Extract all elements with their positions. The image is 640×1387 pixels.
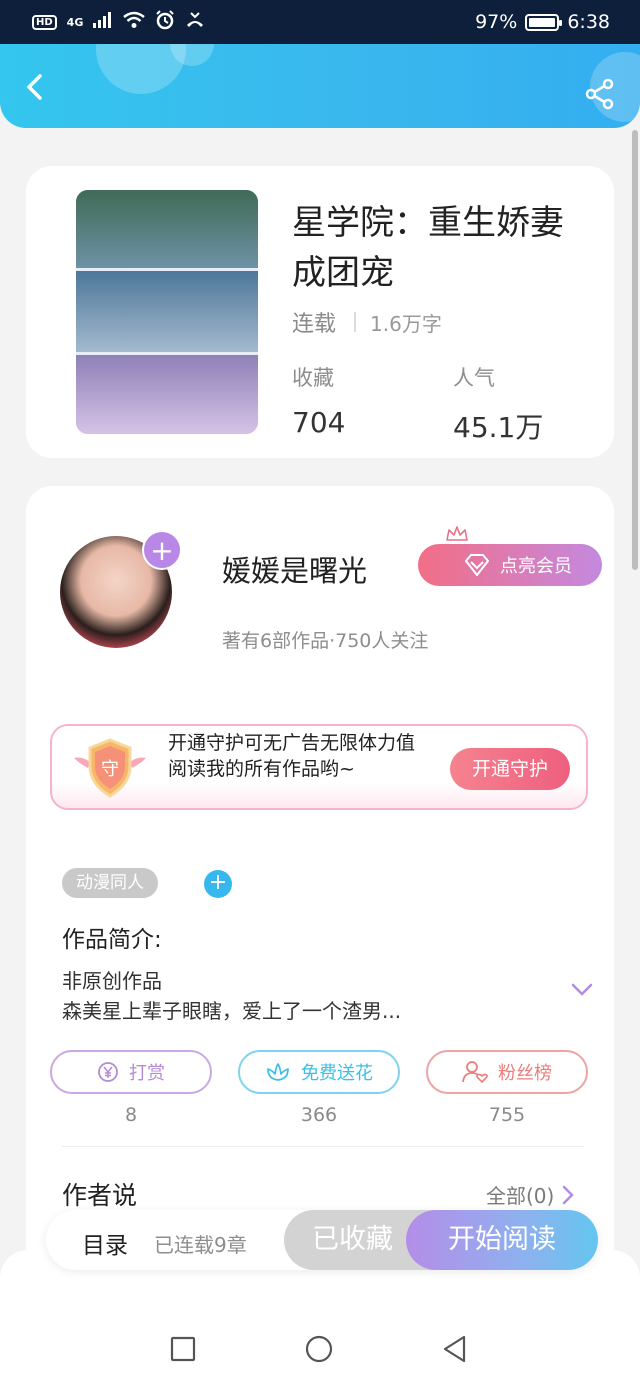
clock: 6:38 [567, 11, 610, 33]
alarm-icon [155, 10, 175, 34]
guard-shield-icon: 守 [74, 738, 146, 798]
guard-text: 开通守护可无广告无限体力值阅读我的所有作品哟~ [168, 732, 416, 780]
back-button[interactable] [20, 72, 50, 102]
wifi-icon [123, 11, 146, 33]
chevron-left-icon [27, 74, 42, 100]
guard-banner: 守 开通守护可无广告无限体力值阅读我的所有作品哟~ 开通守护 [50, 724, 588, 810]
book-cover[interactable] [76, 190, 258, 434]
toc-button[interactable]: 目录 [82, 1226, 128, 1260]
back-triangle-icon[interactable] [440, 1334, 470, 1364]
status-right: 97% 6:38 [475, 11, 610, 33]
flower-icon [267, 1063, 289, 1081]
book-info-card: 星学院：重生娇妻成团宠 连载 1.6万字 收藏 704 人气 45.1万 [26, 166, 614, 458]
status-left: HD 4G [32, 10, 205, 34]
open-guard-button[interactable]: 开通守护 [450, 748, 570, 790]
tip-count: 8 [124, 1104, 138, 1126]
intro-line-1: 非原创作品 [62, 969, 162, 993]
chevron-right-icon [563, 1185, 575, 1204]
popularity-label: 人气 [453, 366, 495, 390]
fan-user-icon [462, 1061, 488, 1084]
view-all-link[interactable]: 全部(0) [486, 1180, 575, 1209]
battery-fill [529, 17, 555, 27]
view-all-label: 全部(0) [486, 1184, 555, 1208]
share-button[interactable] [584, 78, 616, 110]
cover-divider [76, 352, 258, 355]
system-nav-bar [0, 1312, 640, 1387]
reading-action-bar: 目录 已连载9章 已收藏 开始阅读 [46, 1210, 598, 1270]
fan-ranking-button[interactable]: 粉丝榜 [426, 1050, 588, 1094]
author-says-title: 作者说 [62, 1181, 138, 1210]
author-card: + 媛媛是曙光 点亮会员 著有6部作品·750人关注 守 开通守护可无广告无限体… [26, 486, 614, 1306]
popularity-stat: 人气 45.1万 [453, 362, 543, 446]
book-meta: 连载 1.6万字 [292, 306, 442, 338]
start-reading-button[interactable]: 开始阅读 [406, 1210, 598, 1270]
hd-badge: HD [32, 14, 57, 30]
cover-band [76, 270, 258, 354]
section-divider [62, 1146, 584, 1147]
favorites-label: 收藏 [292, 366, 334, 390]
meta-separator [354, 312, 357, 332]
vip-button-label: 点亮会员 [500, 556, 572, 577]
tag-chip[interactable]: 动漫同人 [62, 868, 158, 898]
popularity-value: 45.1万 [453, 411, 544, 444]
tip-button[interactable]: 打赏 [50, 1050, 212, 1094]
diamond-icon [465, 554, 489, 576]
chapter-count: 已连载9章 [154, 1233, 247, 1257]
send-flower-button[interactable]: 免费送花 [238, 1050, 400, 1094]
battery-percent: 97% [475, 11, 518, 33]
favorites-stat: 收藏 704 [292, 362, 345, 439]
battery-icon [525, 13, 563, 31]
vip-button[interactable]: 点亮会员 [418, 544, 602, 586]
home-circle-icon[interactable] [304, 1334, 334, 1364]
book-title: 星学院：重生娇妻成团宠 [292, 203, 564, 293]
scrollbar-thumb[interactable] [632, 130, 638, 570]
top-header [0, 44, 640, 128]
cover-divider [76, 268, 258, 271]
missed-call-icon [185, 11, 205, 33]
author-name[interactable]: 媛媛是曙光 [222, 548, 367, 590]
follow-plus-button[interactable]: + [142, 530, 182, 570]
send-flower-label: 免费送花 [301, 1063, 373, 1084]
share-icon [585, 78, 614, 110]
network-label: 4G [66, 15, 84, 29]
signal-icon [93, 12, 113, 32]
tip-button-label: 打赏 [129, 1063, 165, 1084]
recents-square-icon[interactable] [168, 1334, 198, 1364]
serial-status: 连载 [292, 312, 337, 337]
cover-band [76, 190, 258, 270]
chevron-down-icon[interactable] [570, 982, 594, 998]
fan-ranking-label: 粉丝榜 [498, 1063, 552, 1084]
author-info: 著有6部作品·750人关注 [222, 630, 429, 652]
intro-title: 作品简介: [62, 927, 162, 953]
crown-icon [446, 526, 468, 541]
yen-coin-icon [98, 1062, 118, 1082]
flower-count: 366 [300, 1104, 338, 1126]
add-tag-button[interactable]: + [204, 870, 232, 898]
intro-line-2: 森美星上辈子眼瞎，爱上了一个渣男... [62, 999, 402, 1023]
favorites-value: 704 [292, 406, 346, 439]
intro-text[interactable]: 非原创作品 森美星上辈子眼瞎，爱上了一个渣男... [62, 966, 542, 1026]
cover-band [76, 354, 258, 434]
word-count: 1.6万字 [370, 311, 442, 336]
fan-count: 755 [488, 1104, 526, 1126]
status-bar: HD 4G 97% 6:38 [0, 0, 640, 44]
guard-icon-char: 守 [101, 759, 119, 780]
